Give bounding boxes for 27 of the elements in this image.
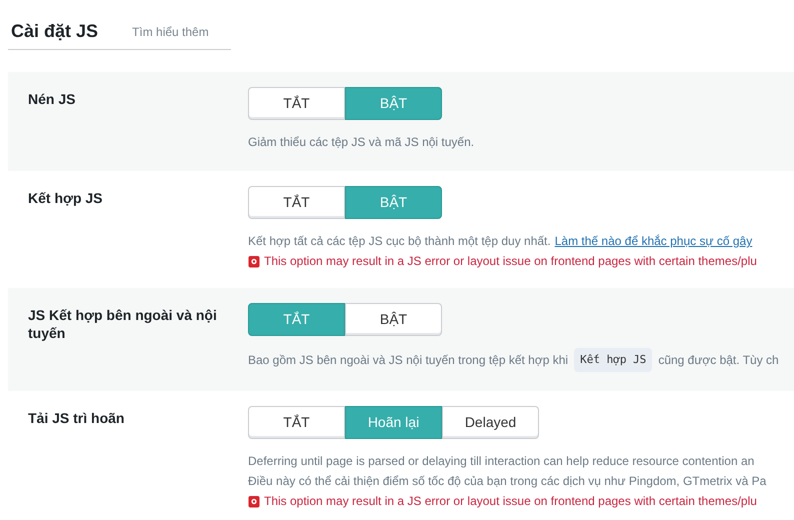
inline-code: Kết hợp JS xyxy=(574,348,652,372)
toggle-option[interactable]: BẬT xyxy=(345,186,442,219)
description-text: Deferring until page is parsed or delaying till interaction can help reduce resource contention an xyxy=(248,453,754,470)
warning-text: This option may result in a JS error or layout issue on frontend pages with certain themes/plu xyxy=(264,493,757,510)
description-text: Kết hợp tất cả các tệp JS cục bộ thành một tệp duy nhất. xyxy=(248,233,551,250)
alarm-icon xyxy=(248,494,260,508)
setting-label: Nén JS xyxy=(28,90,76,108)
description-text: cũng được bật. Tùy ch xyxy=(658,352,779,369)
toggle-option[interactable]: BẬT xyxy=(345,303,442,336)
learn-more-link[interactable]: Tìm hiểu thêm xyxy=(132,22,209,40)
toggle-option[interactable]: TẮT xyxy=(248,406,345,439)
toggle-option[interactable]: TẮT xyxy=(248,87,345,120)
setting-label: Tải JS trì hoãn xyxy=(28,409,126,427)
setting-label: JS Kết hợp bên ngoài và nội tuyến xyxy=(28,306,218,342)
toggle-option[interactable]: TẮT xyxy=(248,303,345,336)
toggle-option[interactable]: BẬT xyxy=(345,87,442,120)
description-text: Điều này có thể cải thiện điểm số tốc độ của bạn trong các dịch vụ như Pingdom, GTmetrix và Pa xyxy=(248,473,766,490)
page-title: Cài đặt JS xyxy=(10,20,98,43)
setting-label: Kết hợp JS xyxy=(28,189,104,207)
description-text: Giảm thiểu các tệp JS và mã JS nội tuyến. xyxy=(248,134,474,151)
help-link[interactable]: Làm thế nào để khắc phục sự cố gây xyxy=(554,231,752,251)
toggle-option[interactable]: TẮT xyxy=(248,186,345,219)
alarm-icon xyxy=(248,254,260,268)
warning-text: This option may result in a JS error or layout issue on frontend pages with certain themes/plu xyxy=(264,253,757,270)
description-text: Bao gồm JS bên ngoài và JS nội tuyến trong tệp kết hợp khi xyxy=(248,352,568,369)
toggle-option[interactable]: Hoãn lại xyxy=(345,406,442,439)
toggle-option[interactable]: Delayed xyxy=(442,406,539,439)
